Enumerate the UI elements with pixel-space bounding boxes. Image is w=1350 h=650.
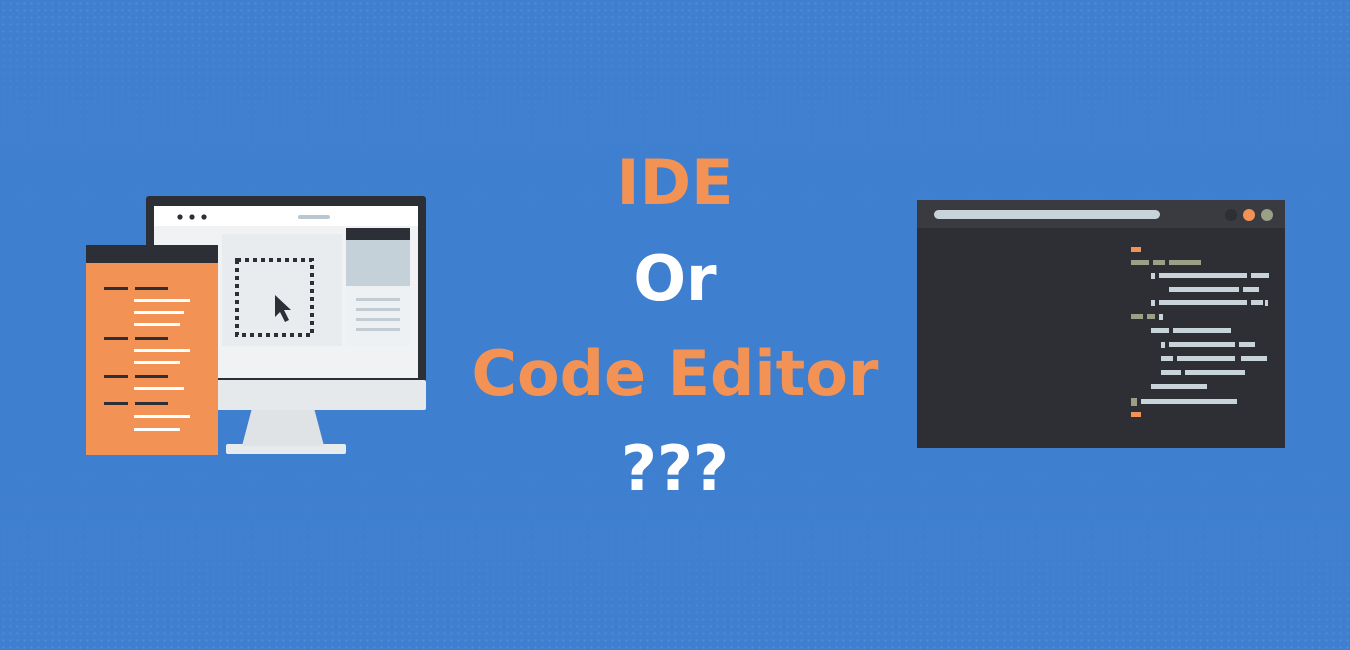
orange-dot-icon: [1243, 209, 1255, 221]
dark-dot-icon: [1225, 209, 1237, 221]
code-editor-window-illustration: [917, 200, 1285, 448]
olive-dot-icon: [1261, 209, 1273, 221]
